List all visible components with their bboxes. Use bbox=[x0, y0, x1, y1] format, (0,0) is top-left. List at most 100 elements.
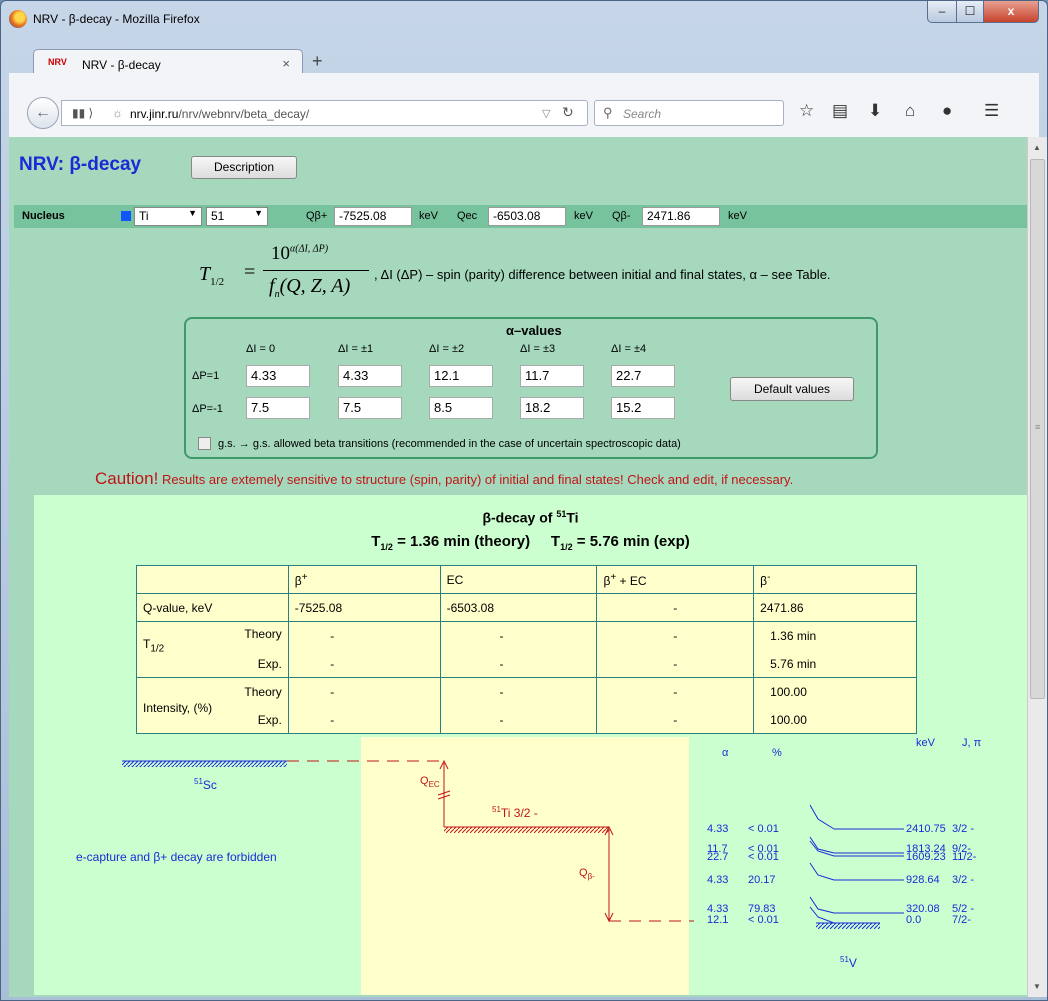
mass-select[interactable]: 51 ▼ bbox=[206, 207, 268, 226]
vertical-scrollbar[interactable]: ▲ ≡ ▼ bbox=[1027, 137, 1047, 997]
alpha-input[interactable]: 4.33 bbox=[246, 365, 310, 387]
alpha-values-box: α–values ΔI = 0 ΔI = ±1 ΔI = ±2 ΔI = ±3 … bbox=[184, 317, 878, 459]
table-row: β+ EC β+ + EC β- bbox=[136, 565, 917, 594]
table-header: β- bbox=[753, 565, 917, 594]
qec-sub: EC bbox=[428, 780, 440, 790]
alpha-input[interactable]: 7.5 bbox=[338, 397, 402, 419]
table-cell: -- bbox=[596, 621, 755, 678]
level-pct: 20.17 bbox=[748, 874, 776, 886]
element-select[interactable]: Ti ▼ bbox=[134, 207, 202, 226]
formula-equals: = bbox=[244, 261, 256, 283]
menu-icon[interactable]: ☰ bbox=[984, 101, 999, 121]
left-region bbox=[40, 737, 360, 995]
level-alpha: 4.33 bbox=[707, 823, 729, 835]
scroll-up-icon[interactable]: ▲ bbox=[1033, 143, 1041, 152]
half-life-summary: T1/2 = 1.36 min (theory) T1/2 = 5.76 min… bbox=[371, 533, 690, 552]
table-cell: - bbox=[596, 593, 755, 622]
half-life-exp: = 5.76 min (exp) bbox=[576, 533, 690, 550]
table-cell: 2471.86 bbox=[753, 593, 917, 622]
q-ec-field[interactable]: -6503.08 bbox=[488, 207, 566, 226]
qec-q: Q bbox=[420, 775, 429, 787]
formula-numerator: 10α(ΔI, ΔP) bbox=[271, 243, 329, 264]
alpha-col-header: α bbox=[722, 747, 729, 759]
chat-icon[interactable]: ● bbox=[942, 101, 952, 121]
tab-close-icon[interactable]: × bbox=[282, 56, 290, 71]
tab-title: NRV - β-decay bbox=[82, 58, 161, 72]
q-beta-plus-field[interactable]: -7525.08 bbox=[334, 207, 412, 226]
scroll-down-icon[interactable]: ▼ bbox=[1033, 982, 1041, 991]
q-beta-minus-field[interactable]: 2471.86 bbox=[642, 207, 720, 226]
default-values-button[interactable]: Default values bbox=[730, 377, 854, 401]
home-icon[interactable]: ⌂ bbox=[905, 101, 915, 121]
pct-col-header: % bbox=[772, 747, 782, 759]
level-pct: < 0.01 bbox=[748, 851, 779, 863]
nucleus-color-icon bbox=[121, 211, 131, 221]
level-kev: 2410.75 bbox=[906, 823, 946, 835]
level-kev: 1609.23 bbox=[906, 851, 946, 863]
table-cell: -- bbox=[596, 677, 755, 734]
globe-icon[interactable]: ☼ bbox=[112, 106, 123, 120]
table-row: Q-value, keV -7525.08 -6503.08 - 2471.86 bbox=[136, 593, 917, 622]
cell-theory: 1.36 min bbox=[770, 628, 817, 643]
q-beta-plus-label: Qβ+ bbox=[306, 210, 328, 222]
gs-allowed-checkbox[interactable] bbox=[198, 437, 211, 450]
reload-icon[interactable]: ↻ bbox=[562, 104, 574, 121]
alpha-input[interactable]: 15.2 bbox=[611, 397, 675, 419]
qec-label: QEC bbox=[420, 775, 440, 789]
address-bar[interactable]: ▮▮ ⟩ ☼ nrv.jinr.ru/nrv/webnrv/beta_decay… bbox=[61, 100, 588, 126]
alpha-input[interactable]: 4.33 bbox=[338, 365, 402, 387]
minimize-button[interactable]: – bbox=[927, 1, 957, 23]
table-cell: -- bbox=[439, 621, 598, 678]
results-table: β+ EC β+ + EC β- Q-value, keV -7525.08 -… bbox=[136, 565, 917, 734]
fraction-bar bbox=[263, 270, 369, 271]
chevron-down-icon: ▼ bbox=[254, 208, 263, 218]
cell-theory: - bbox=[499, 628, 504, 643]
back-button[interactable]: ← bbox=[27, 97, 59, 129]
v-symbol: V bbox=[848, 956, 857, 970]
alpha-row-label: ΔP=1 bbox=[192, 370, 220, 382]
new-tab-button[interactable]: + bbox=[312, 51, 323, 72]
alpha-header: ΔI = ±4 bbox=[611, 343, 647, 355]
sc-level-hatch bbox=[122, 761, 287, 767]
search-placeholder: Search bbox=[623, 107, 662, 121]
scroll-thumb[interactable]: ≡ bbox=[1030, 159, 1045, 699]
history-icon[interactable]: ▮▮ ⟩ bbox=[72, 106, 93, 120]
alpha-input[interactable]: 18.2 bbox=[520, 397, 584, 419]
cell-exp: - bbox=[330, 656, 335, 671]
bookmark-star-icon[interactable]: ☆ bbox=[799, 101, 814, 121]
search-icon: ⚲ bbox=[603, 105, 613, 120]
level-alpha: 12.1 bbox=[707, 914, 729, 926]
maximize-button[interactable]: ☐ bbox=[956, 1, 984, 23]
half-life-label: T1/2 bbox=[143, 636, 165, 654]
alpha-input[interactable]: 11.7 bbox=[520, 365, 584, 387]
url-text[interactable]: nrv.jinr.ru/nrv/webnrv/beta_decay/ bbox=[130, 107, 309, 121]
dropdown-arrow-icon[interactable]: ▽ bbox=[542, 107, 550, 120]
title-bar: NRV - β-decay - Mozilla Firefox – ☐ x bbox=[1, 1, 1047, 39]
table-cell: -6503.08 bbox=[439, 593, 598, 622]
page-title: NRV: β-decay bbox=[19, 154, 142, 175]
exp-label: Exp. bbox=[257, 656, 282, 671]
level-kev: 928.64 bbox=[906, 874, 940, 886]
alpha-input[interactable]: 8.5 bbox=[429, 397, 493, 419]
alpha-input[interactable]: 12.1 bbox=[429, 365, 493, 387]
table-cell: -- bbox=[287, 621, 441, 678]
unit-label: keV bbox=[728, 210, 747, 222]
cell-exp: 5.76 min bbox=[770, 656, 817, 671]
chevron-down-icon: ▼ bbox=[188, 208, 197, 218]
table-header: β+ + EC bbox=[596, 565, 755, 594]
cell-exp: - bbox=[673, 656, 678, 671]
table-header: EC bbox=[439, 565, 598, 594]
close-window-button[interactable]: x bbox=[983, 1, 1039, 23]
table-cell: 1.36 min 5.76 min bbox=[753, 621, 917, 678]
alpha-input[interactable]: 7.5 bbox=[246, 397, 310, 419]
table-header bbox=[136, 565, 289, 594]
reading-list-icon[interactable]: ▤ bbox=[832, 101, 848, 121]
search-box[interactable]: ⚲ Search bbox=[594, 100, 784, 126]
cell-theory: - bbox=[673, 628, 678, 643]
decay-scheme-svg bbox=[40, 737, 1027, 995]
alpha-input[interactable]: 22.7 bbox=[611, 365, 675, 387]
ti-level-hatch bbox=[444, 827, 609, 833]
description-button[interactable]: Description bbox=[191, 156, 297, 179]
result-panel: β-decay of 51Ti T1/2 = 1.36 min (theory)… bbox=[34, 495, 1027, 995]
download-icon[interactable]: ⬇ bbox=[868, 101, 882, 121]
